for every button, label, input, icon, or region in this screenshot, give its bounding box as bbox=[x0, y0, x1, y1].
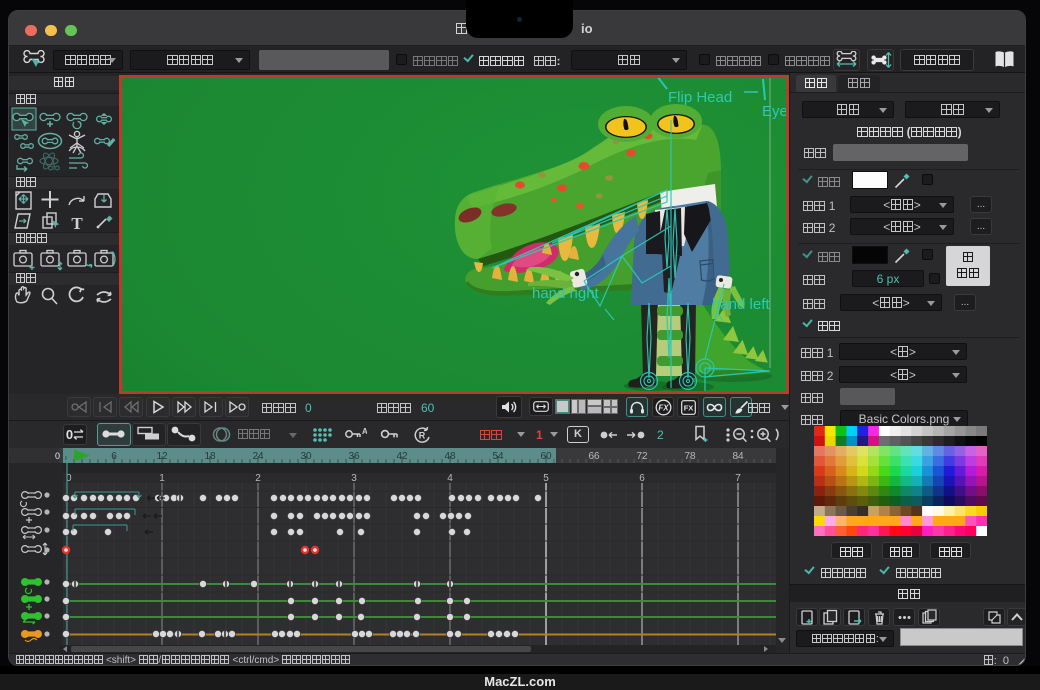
svg-text:FX: FX bbox=[658, 403, 669, 412]
svg-text:0: 0 bbox=[55, 451, 60, 461]
svg-text:2: 2 bbox=[255, 473, 261, 484]
svg-text:Flip Head: Flip Head bbox=[668, 89, 732, 106]
svg-text:78: 78 bbox=[684, 451, 696, 462]
svg-text:A: A bbox=[362, 427, 367, 436]
svg-text:hand left: hand left bbox=[712, 296, 770, 313]
svg-text:5: 5 bbox=[543, 473, 549, 484]
svg-text:24: 24 bbox=[252, 451, 264, 462]
svg-text:66: 66 bbox=[588, 451, 600, 462]
svg-text:72: 72 bbox=[636, 451, 648, 462]
svg-text:84: 84 bbox=[732, 451, 744, 462]
svg-text:6: 6 bbox=[639, 473, 645, 484]
svg-text:54: 54 bbox=[492, 451, 504, 462]
svg-text:60: 60 bbox=[540, 451, 552, 462]
svg-text:T: T bbox=[71, 214, 83, 233]
svg-text:hand right: hand right bbox=[532, 285, 600, 302]
svg-text:30: 30 bbox=[300, 451, 312, 462]
svg-text:36: 36 bbox=[348, 451, 360, 462]
svg-text:18: 18 bbox=[204, 451, 216, 462]
svg-text:3: 3 bbox=[351, 473, 357, 484]
svg-text:42: 42 bbox=[396, 451, 408, 462]
svg-text:R: R bbox=[419, 431, 426, 441]
svg-text:FX: FX bbox=[683, 403, 693, 412]
svg-text:48: 48 bbox=[444, 451, 456, 462]
svg-text:6: 6 bbox=[111, 451, 117, 462]
svg-text:7: 7 bbox=[735, 473, 741, 484]
svg-text:4: 4 bbox=[447, 473, 453, 484]
svg-text:Eye: Eye bbox=[762, 103, 786, 120]
svg-text:12: 12 bbox=[156, 451, 168, 462]
svg-text:1: 1 bbox=[159, 473, 165, 484]
